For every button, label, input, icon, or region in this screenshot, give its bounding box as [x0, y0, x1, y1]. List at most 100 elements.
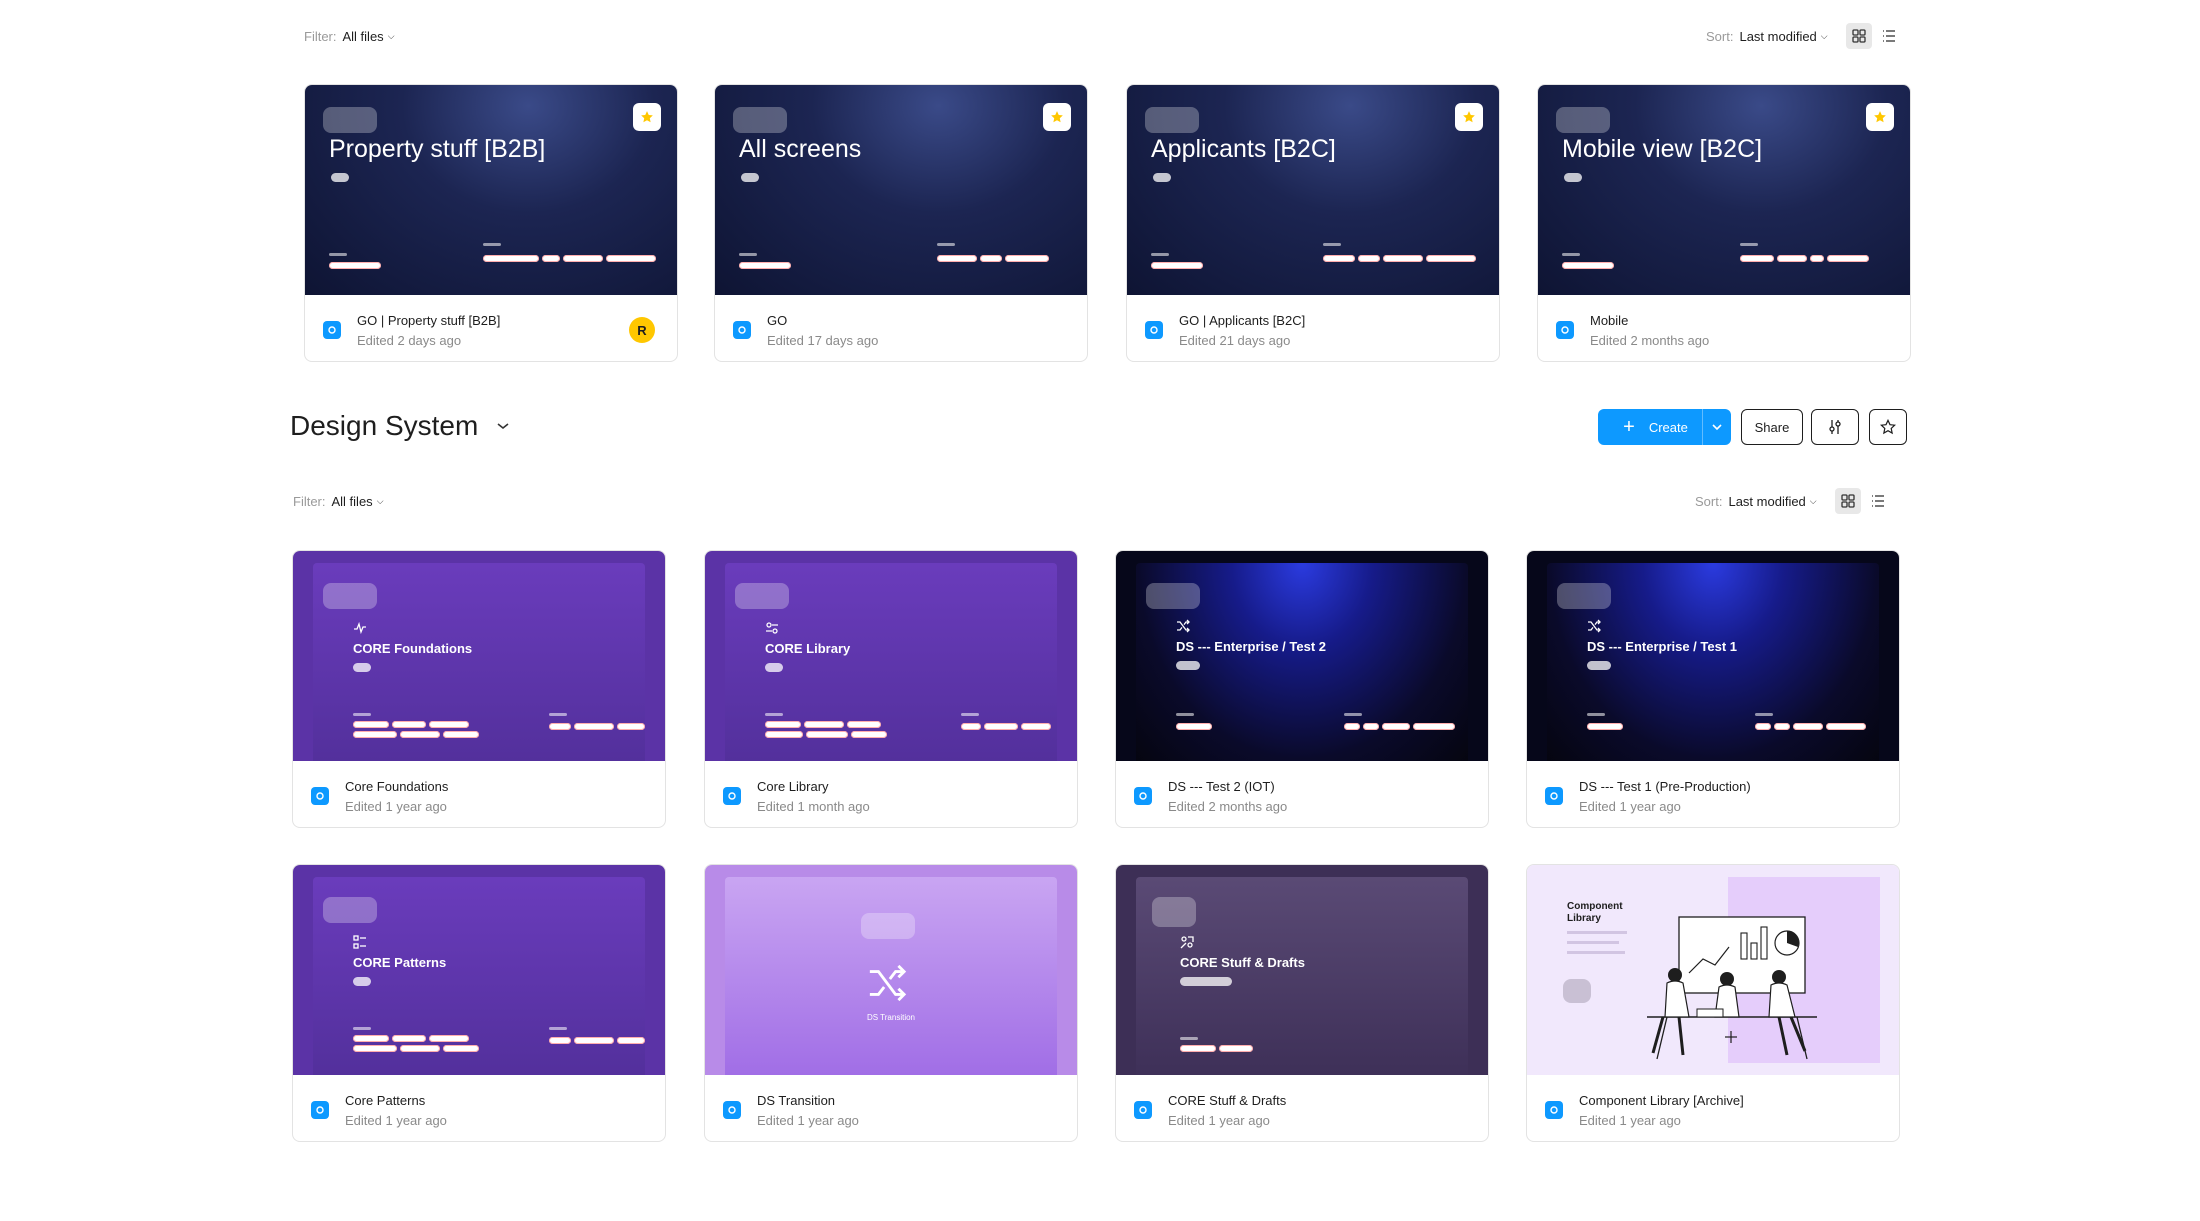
- file-card[interactable]: CORE Library Core Library Edited 1 month…: [704, 550, 1078, 828]
- chevron-down-icon[interactable]: [496, 421, 510, 431]
- grid-icon: [1851, 29, 1866, 43]
- plus-icon: +: [1623, 415, 1635, 438]
- grid-icon: [1840, 494, 1855, 508]
- file-card[interactable]: DS --- Enterprise / Test 2 DS --- Test 2…: [1115, 550, 1489, 828]
- thumbnail-badge: [1557, 583, 1611, 609]
- favorite-button[interactable]: [1869, 409, 1907, 445]
- file-card[interactable]: Applicants [B2C] GO | Applicants [B2C] E…: [1126, 84, 1500, 362]
- figma-file-icon: [1545, 787, 1563, 805]
- file-thumbnail: Property stuff [B2B]: [305, 85, 677, 295]
- file-card[interactable]: Component Library Component Library [Arc…: [1526, 864, 1900, 1142]
- thumbnail-title: CORE Stuff & Drafts: [1180, 955, 1305, 970]
- patterns-icon: [353, 935, 366, 949]
- star-icon[interactable]: [1043, 103, 1071, 131]
- file-edited-time: Edited 2 months ago: [1168, 799, 1288, 814]
- designer-label: [739, 253, 757, 256]
- thumbnail-badge: [1556, 107, 1610, 133]
- grid-view-button[interactable]: [1845, 23, 1872, 49]
- thumbnail-badge: [1146, 583, 1200, 609]
- sort-value: Last modified: [1739, 28, 1817, 44]
- tags-row: [1344, 723, 1455, 730]
- figma-file-icon: [1556, 321, 1574, 339]
- sort-dropdown[interactable]: Last modified ⌵: [1728, 494, 1816, 509]
- file-card[interactable]: Mobile view [B2C] Mobile Edited 2 months…: [1537, 84, 1911, 362]
- figma-file-icon: [311, 787, 329, 805]
- list-view-button[interactable]: [1876, 23, 1902, 49]
- team-illustration: [1647, 916, 1817, 1060]
- file-thumbnail: Applicants [B2C]: [1127, 85, 1499, 295]
- file-card[interactable]: All screens GO Edited 17 days ago: [714, 84, 1088, 362]
- thumbnail-badge: [323, 583, 377, 609]
- designer-tags: [353, 1035, 469, 1042]
- create-dropdown-toggle[interactable]: [1702, 409, 1731, 445]
- filter-dropdown[interactable]: All files ⌵: [343, 29, 395, 44]
- file-edited-time: Edited 1 year ago: [1168, 1113, 1270, 1128]
- file-card[interactable]: DS Transition DS Transition Edited 1 yea…: [704, 864, 1078, 1142]
- file-thumbnail: Component Library: [1527, 865, 1899, 1075]
- filter-label: Filter:: [304, 28, 337, 44]
- avatar[interactable]: R: [629, 317, 655, 343]
- tags-label: [937, 243, 955, 246]
- file-edited-time: Edited 17 days ago: [767, 333, 879, 348]
- version-pill: [1153, 173, 1171, 182]
- thumbnail-title: Mobile view [B2C]: [1562, 135, 1763, 163]
- file-name: Mobile: [1590, 313, 1629, 328]
- tags-label: [1740, 243, 1758, 246]
- designer-tags: [353, 1045, 479, 1052]
- file-card[interactable]: CORE Patterns Core Patterns Edited 1 yea…: [292, 864, 666, 1142]
- version-pill: [1564, 173, 1582, 182]
- thumbnail-text-line: [1567, 931, 1627, 934]
- designer-label: [1176, 713, 1194, 716]
- file-thumbnail: DS Transition: [705, 865, 1077, 1075]
- grid-view-button[interactable]: [1834, 488, 1861, 514]
- tags-row: [549, 1037, 645, 1044]
- file-card[interactable]: Property stuff [B2B] GO | Property stuff…: [304, 84, 678, 362]
- star-icon[interactable]: [1866, 103, 1894, 131]
- thumbnail-frame: CORE Foundations: [313, 563, 645, 761]
- file-edited-time: Edited 1 year ago: [1579, 799, 1681, 814]
- file-name: DS --- Test 1 (Pre-Production): [1579, 779, 1751, 794]
- thumbnail-badge: [1152, 897, 1196, 927]
- list-icon: [1882, 30, 1895, 42]
- star-icon[interactable]: [1455, 103, 1483, 131]
- version-pill: [1176, 661, 1200, 670]
- designer-label: [1151, 253, 1169, 256]
- designer-tags: [765, 721, 881, 728]
- file-card[interactable]: CORE Stuff & Drafts CORE Stuff & Drafts …: [1115, 864, 1489, 1142]
- tags-label: [549, 713, 567, 716]
- designer-tags: [1151, 262, 1203, 269]
- thumbnail-title: DS --- Enterprise / Test 2: [1176, 639, 1327, 654]
- designer-tags: [765, 731, 887, 738]
- top-sort: Sort: Last modified ⌵: [1706, 21, 1902, 51]
- settings-button[interactable]: [1811, 409, 1859, 445]
- list-view-button[interactable]: [1865, 488, 1891, 514]
- file-name: DS Transition: [757, 1093, 836, 1108]
- file-edited-time: Edited 1 month ago: [757, 799, 870, 814]
- designer-label: [329, 253, 347, 256]
- figma-file-icon: [723, 1101, 741, 1119]
- thumbnail-badge: [1563, 979, 1591, 1003]
- filter-dropdown[interactable]: All files ⌵: [332, 494, 384, 509]
- file-name: GO | Property stuff [B2B]: [357, 313, 501, 328]
- version-pill: [353, 663, 371, 672]
- thumbnail-badge: [735, 583, 789, 609]
- version-pill: [353, 977, 371, 986]
- section-header[interactable]: Design System: [290, 410, 510, 442]
- designer-tags: [1587, 723, 1623, 730]
- share-button[interactable]: Share: [1741, 409, 1803, 445]
- thumbnail-frame: CORE Stuff & Drafts: [1136, 877, 1468, 1075]
- thumbnail-frame: DS Transition: [725, 877, 1057, 1075]
- thumbnail-badge: [1145, 107, 1199, 133]
- card-footer: Core Library Edited 1 month ago: [705, 761, 1077, 827]
- file-name: GO: [767, 313, 788, 328]
- tags-label: [1323, 243, 1341, 246]
- star-icon[interactable]: [633, 103, 661, 131]
- sort-dropdown[interactable]: Last modified ⌵: [1739, 29, 1827, 44]
- create-button[interactable]: + Create: [1598, 409, 1731, 445]
- file-card[interactable]: CORE Foundations Core Foundations Edited…: [292, 550, 666, 828]
- ds-filter: Filter: All files ⌵: [293, 486, 384, 516]
- card-footer: DS --- Test 2 (IOT) Edited 2 months ago: [1116, 761, 1488, 827]
- thumbnail-title: DS Transition: [866, 1013, 916, 1022]
- file-edited-time: Edited 1 year ago: [1579, 1113, 1681, 1128]
- file-card[interactable]: DS --- Enterprise / Test 1 DS --- Test 1…: [1526, 550, 1900, 828]
